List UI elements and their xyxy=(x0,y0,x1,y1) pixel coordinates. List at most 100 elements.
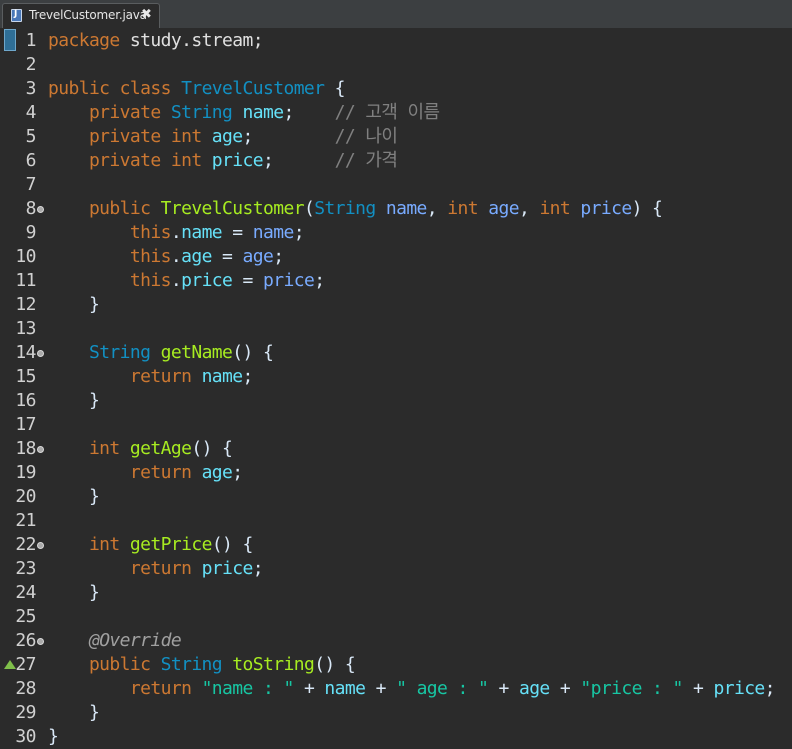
code-token: ; xyxy=(273,246,284,267)
code-line[interactable]: 29 } xyxy=(0,701,792,725)
code-token: String xyxy=(314,198,376,219)
code-token: price xyxy=(263,270,315,291)
code-token: return xyxy=(48,678,202,699)
line-number: 14 xyxy=(15,342,36,363)
code-line[interactable]: 26 @Override xyxy=(0,629,792,653)
code-text: public TrevelCustomer(String name, int a… xyxy=(48,197,663,221)
fold-toggle-icon[interactable] xyxy=(37,542,44,549)
code-token: study.stream; xyxy=(119,30,264,51)
code-token: "price : " xyxy=(580,678,683,699)
code-token: ; xyxy=(242,366,254,387)
code-line[interactable]: 25 xyxy=(0,605,792,629)
line-number: 26 xyxy=(15,630,36,651)
code-token: . xyxy=(170,222,182,243)
code-line[interactable]: 9 this.name = name; xyxy=(0,221,792,245)
code-text: } xyxy=(48,389,100,413)
code-line[interactable]: 19 return age; xyxy=(0,461,792,485)
line-number: 7 xyxy=(25,174,37,195)
code-token: ) { xyxy=(631,198,663,219)
code-line[interactable]: 21 xyxy=(0,509,792,533)
fold-toggle-icon[interactable] xyxy=(37,206,44,213)
code-token: } xyxy=(48,390,100,411)
code-text: } xyxy=(48,725,59,749)
editor-tab-bar: J TrevelCustomer.java ✖ xyxy=(0,0,792,29)
code-token: + xyxy=(682,678,714,699)
code-token: private int xyxy=(48,126,212,147)
code-token: String xyxy=(160,654,223,675)
code-editor[interactable]: 1 package study.stream; 2 3 public class Tre… xyxy=(0,29,792,749)
line-number: 19 xyxy=(15,462,36,483)
line-number: 21 xyxy=(15,510,36,531)
code-token: age xyxy=(242,246,274,267)
code-token: . xyxy=(170,270,182,291)
code-token: price xyxy=(713,678,765,699)
code-token: // 고객 이름 xyxy=(334,102,440,123)
fold-toggle-icon[interactable] xyxy=(37,446,44,453)
code-token: // 가격 xyxy=(334,150,398,171)
code-line[interactable]: 23 return price; xyxy=(0,557,792,581)
code-line[interactable]: 6 private int price; // 가격 xyxy=(0,149,792,173)
code-line[interactable]: 20 } xyxy=(0,485,792,509)
line-number: 24 xyxy=(15,582,36,603)
code-token: } xyxy=(48,702,100,723)
code-token: ; xyxy=(283,102,335,123)
code-line[interactable]: 17 xyxy=(0,413,792,437)
code-line[interactable]: 10 this.age = age; xyxy=(0,245,792,269)
code-token: price xyxy=(580,198,632,219)
code-line[interactable]: 28 return "name : " + name + " age : " +… xyxy=(0,677,792,701)
editor-tab-trevelcustomer[interactable]: J TrevelCustomer.java ✖ xyxy=(2,3,160,28)
code-token: ; xyxy=(242,126,335,147)
code-line[interactable]: 1 package study.stream; xyxy=(0,29,792,53)
line-number: 18 xyxy=(15,438,36,459)
code-token: price xyxy=(201,558,254,579)
line-number: 9 xyxy=(25,222,37,243)
code-line[interactable]: 8 public TrevelCustomer(String name, int… xyxy=(0,197,792,221)
code-text: int getPrice() { xyxy=(48,533,253,557)
code-line[interactable]: 22 int getPrice() { xyxy=(0,533,792,557)
code-token: // 나이 xyxy=(334,126,398,147)
code-line[interactable]: 16 } xyxy=(0,389,792,413)
code-line[interactable]: 3 public class TrevelCustomer { xyxy=(0,77,792,101)
code-token: @Override xyxy=(88,630,182,651)
line-number: 16 xyxy=(15,390,36,411)
code-line[interactable]: 7 xyxy=(0,173,792,197)
code-token: age xyxy=(181,246,212,267)
line-number: 10 xyxy=(15,246,36,267)
code-token: getName xyxy=(160,342,233,363)
code-token: + xyxy=(365,678,397,699)
code-token: price xyxy=(181,270,233,291)
code-line[interactable]: 12 } xyxy=(0,293,792,317)
code-token: public xyxy=(48,654,161,675)
line-number: 1 xyxy=(25,30,37,51)
line-number: 5 xyxy=(25,126,37,147)
code-line[interactable]: 14 String getName() { xyxy=(0,341,792,365)
code-text: this.age = age; xyxy=(48,245,284,269)
code-line[interactable]: 27 public String toString() { xyxy=(0,653,792,677)
code-token: () { xyxy=(314,654,356,675)
code-token: () { xyxy=(232,342,274,363)
code-text: } xyxy=(48,581,100,605)
code-line[interactable]: 4 private String name; // 고객 이름 xyxy=(0,101,792,125)
code-line[interactable]: 13 xyxy=(0,317,792,341)
code-token: public class xyxy=(48,78,182,99)
fold-toggle-icon[interactable] xyxy=(37,638,44,645)
code-line[interactable]: 15 return name; xyxy=(0,365,792,389)
code-text: private int price; // 가격 xyxy=(48,149,398,173)
java-file-icon: J xyxy=(11,9,22,22)
code-line[interactable]: 11 this.price = price; xyxy=(0,269,792,293)
code-token: ( xyxy=(303,198,315,219)
code-line[interactable]: 18 int getAge() { xyxy=(0,437,792,461)
close-icon[interactable]: ✖ xyxy=(141,7,152,22)
code-line[interactable]: 2 xyxy=(0,53,792,77)
fold-toggle-icon[interactable] xyxy=(37,350,44,357)
line-number: 11 xyxy=(15,270,36,291)
code-line[interactable]: 5 private int age; // 나이 xyxy=(0,125,792,149)
code-token: getAge xyxy=(129,438,192,459)
code-token: this xyxy=(48,270,172,291)
code-line[interactable]: 30} xyxy=(0,725,792,749)
code-line[interactable]: 24 } xyxy=(0,581,792,605)
